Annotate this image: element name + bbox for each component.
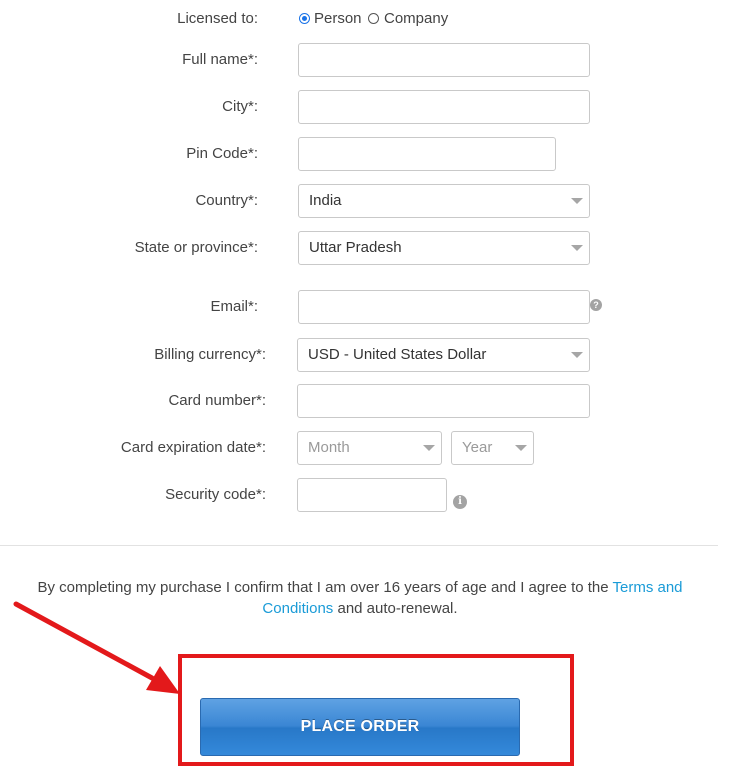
licensed-to-label: Licensed to:	[177, 10, 258, 27]
section-divider	[0, 545, 718, 546]
expiration-year-select[interactable]: Year	[451, 431, 534, 465]
security-code-label: Security code*:	[165, 486, 266, 503]
red-arrow-icon	[13, 601, 180, 694]
chevron-down-icon	[570, 185, 584, 217]
full-name-label: Full name*:	[182, 51, 258, 68]
state-label: State or province*:	[134, 239, 258, 256]
pin-code-input[interactable]	[298, 137, 556, 171]
email-input[interactable]	[298, 290, 590, 324]
radio-company-label[interactable]: Company	[384, 9, 448, 29]
email-label: Email*:	[210, 298, 258, 315]
billing-currency-label: Billing currency*:	[154, 346, 266, 363]
card-number-input[interactable]	[297, 384, 590, 418]
terms-text-after: and auto-renewal.	[333, 600, 458, 617]
radio-company[interactable]	[368, 13, 379, 24]
country-select[interactable]: India	[298, 184, 590, 218]
help-icon[interactable]: ?	[590, 299, 602, 311]
chevron-down-icon	[570, 339, 584, 371]
chevron-down-icon	[422, 432, 436, 464]
city-input[interactable]	[298, 90, 590, 124]
billing-currency-select[interactable]: USD - United States Dollar	[297, 338, 590, 372]
chevron-down-icon	[514, 432, 528, 464]
expiration-month-select[interactable]: Month	[297, 431, 442, 465]
card-number-label: Card number*:	[168, 392, 266, 409]
card-expiration-label: Card expiration date*:	[120, 439, 266, 456]
radio-person[interactable]	[299, 13, 310, 24]
city-label: City*:	[222, 98, 258, 115]
place-order-button[interactable]: PLACE ORDER	[200, 698, 520, 756]
state-select[interactable]: Uttar Pradesh	[298, 231, 590, 265]
expiration-month-placeholder: Month	[308, 439, 350, 456]
state-select-value: Uttar Pradesh	[309, 239, 402, 256]
expiration-year-placeholder: Year	[462, 439, 493, 456]
country-label: Country*:	[195, 192, 258, 209]
pin-code-label: Pin Code*:	[186, 145, 258, 162]
info-icon[interactable]: i	[453, 495, 467, 509]
billing-currency-select-value: USD - United States Dollar	[308, 346, 487, 363]
full-name-input[interactable]	[298, 43, 590, 77]
country-select-value: India	[309, 192, 342, 209]
chevron-down-icon	[570, 232, 584, 264]
radio-person-label[interactable]: Person	[314, 9, 362, 29]
security-code-input[interactable]	[297, 478, 447, 512]
